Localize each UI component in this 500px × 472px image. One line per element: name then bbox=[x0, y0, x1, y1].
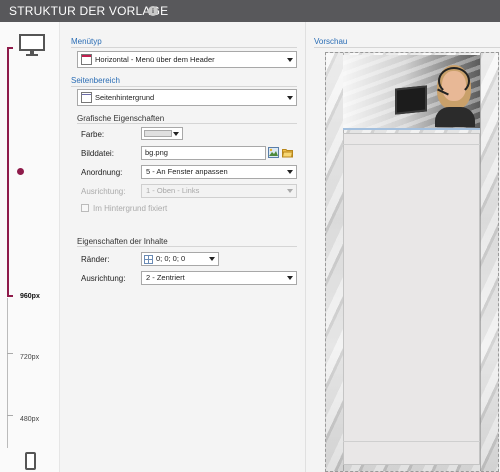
fixiert-checkbox[interactable] bbox=[81, 204, 89, 212]
chevron-down-icon bbox=[287, 58, 293, 62]
breakpoint-label-720[interactable]: 720px bbox=[20, 354, 39, 361]
chevron-down-icon bbox=[173, 132, 179, 136]
settings-form: Menütyp Horizontal - Menü über dem Heade… bbox=[61, 22, 301, 472]
menutyp-divider bbox=[71, 47, 297, 48]
breakpoint-tick-480 bbox=[7, 415, 13, 416]
preview-content-footer-line bbox=[343, 441, 480, 442]
header-monitor-graphic bbox=[395, 85, 427, 115]
grafische-group-title: Grafische Eigenschaften bbox=[77, 114, 165, 123]
grafische-divider bbox=[77, 123, 297, 124]
anordnung-select[interactable]: 5 - An Fenster anpassen bbox=[141, 165, 297, 179]
ausrichtung-bg-select: 1 - Oben - Links bbox=[141, 184, 297, 198]
preview-panel: Vorschau bbox=[305, 22, 500, 472]
panel-header: STRUKTUR DER VORLAGE i bbox=[0, 0, 500, 22]
menutyp-select[interactable]: Horizontal - Menü über dem Header bbox=[77, 51, 297, 68]
chevron-down-icon bbox=[209, 257, 215, 261]
preview-content-header-row bbox=[343, 133, 480, 145]
breakpoint-label-480[interactable]: 480px bbox=[20, 416, 39, 423]
color-swatch bbox=[144, 130, 172, 137]
inhalte-group-title: Eigenschaften der Inhalte bbox=[77, 237, 168, 246]
ausrichtung-bg-value: 1 - Oben - Links bbox=[146, 186, 200, 195]
seitenbereich-section-title: Seitenbereich bbox=[71, 76, 120, 85]
inhalte-divider bbox=[77, 246, 297, 247]
header-person-graphic bbox=[435, 63, 475, 127]
mobile-phone-icon[interactable] bbox=[25, 452, 36, 470]
farbe-color-picker[interactable] bbox=[141, 127, 183, 140]
preview-title: Vorschau bbox=[314, 37, 348, 46]
chevron-down-icon bbox=[287, 276, 293, 280]
fixiert-label: Im Hintergrund fixiert bbox=[93, 204, 168, 213]
ausrichtung-inhalt-value: 2 - Zentriert bbox=[146, 273, 185, 282]
ausrichtung-bg-label: Ausrichtung: bbox=[81, 187, 126, 196]
raender-input[interactable]: 0; 0; 0; 0 bbox=[141, 252, 219, 266]
ausrichtung-inhalt-select[interactable]: 2 - Zentriert bbox=[141, 271, 297, 285]
menu-layout-icon bbox=[81, 54, 92, 65]
breakpoint-slider-handle[interactable] bbox=[17, 168, 24, 175]
seitenbereich-select[interactable]: Seitenhintergrund bbox=[77, 89, 297, 106]
preview-content-area bbox=[343, 133, 480, 465]
preview-guide-right bbox=[480, 53, 481, 471]
menutyp-value: Horizontal - Menü über dem Header bbox=[95, 55, 215, 64]
preview-divider bbox=[314, 47, 500, 48]
active-range-top-tick bbox=[7, 47, 13, 49]
preview-header-image bbox=[343, 55, 480, 128]
preview-canvas bbox=[325, 52, 499, 472]
image-preview-icon[interactable] bbox=[268, 147, 279, 158]
seitenbereich-divider bbox=[71, 86, 297, 87]
seitenbereich-value: Seitenhintergrund bbox=[95, 93, 155, 102]
chevron-down-icon bbox=[287, 170, 293, 174]
breakpoint-tick-720 bbox=[7, 353, 13, 354]
chevron-down-icon bbox=[287, 189, 293, 193]
breakpoint-label-960[interactable]: 960px bbox=[20, 293, 40, 300]
active-range-bottom-tick bbox=[7, 295, 13, 297]
anordnung-value: 5 - An Fenster anpassen bbox=[146, 167, 228, 176]
ausrichtung-inhalt-label: Ausrichtung: bbox=[81, 274, 126, 283]
desktop-monitor-icon[interactable] bbox=[19, 34, 45, 56]
preview-menu-strip bbox=[343, 128, 480, 130]
breakpoint-rail: 960px 720px 480px bbox=[0, 22, 60, 472]
page-background-icon bbox=[81, 92, 92, 103]
bilddatei-label: Bilddatei: bbox=[81, 149, 114, 158]
raender-label: Ränder: bbox=[81, 255, 110, 264]
margins-grid-icon bbox=[144, 255, 153, 264]
bilddatei-input[interactable]: bg.png bbox=[141, 146, 266, 160]
menutyp-section-title: Menütyp bbox=[71, 37, 102, 46]
active-range-track bbox=[7, 47, 9, 297]
folder-open-icon[interactable] bbox=[282, 147, 293, 158]
inactive-range-track bbox=[7, 298, 8, 448]
farbe-label: Farbe: bbox=[81, 130, 105, 139]
raender-value: 0; 0; 0; 0 bbox=[156, 254, 186, 263]
chevron-down-icon bbox=[287, 96, 293, 100]
panel-title: STRUKTUR DER VORLAGE bbox=[9, 4, 169, 18]
info-icon[interactable]: i bbox=[148, 6, 158, 16]
anordnung-label: Anordnung: bbox=[81, 168, 123, 177]
